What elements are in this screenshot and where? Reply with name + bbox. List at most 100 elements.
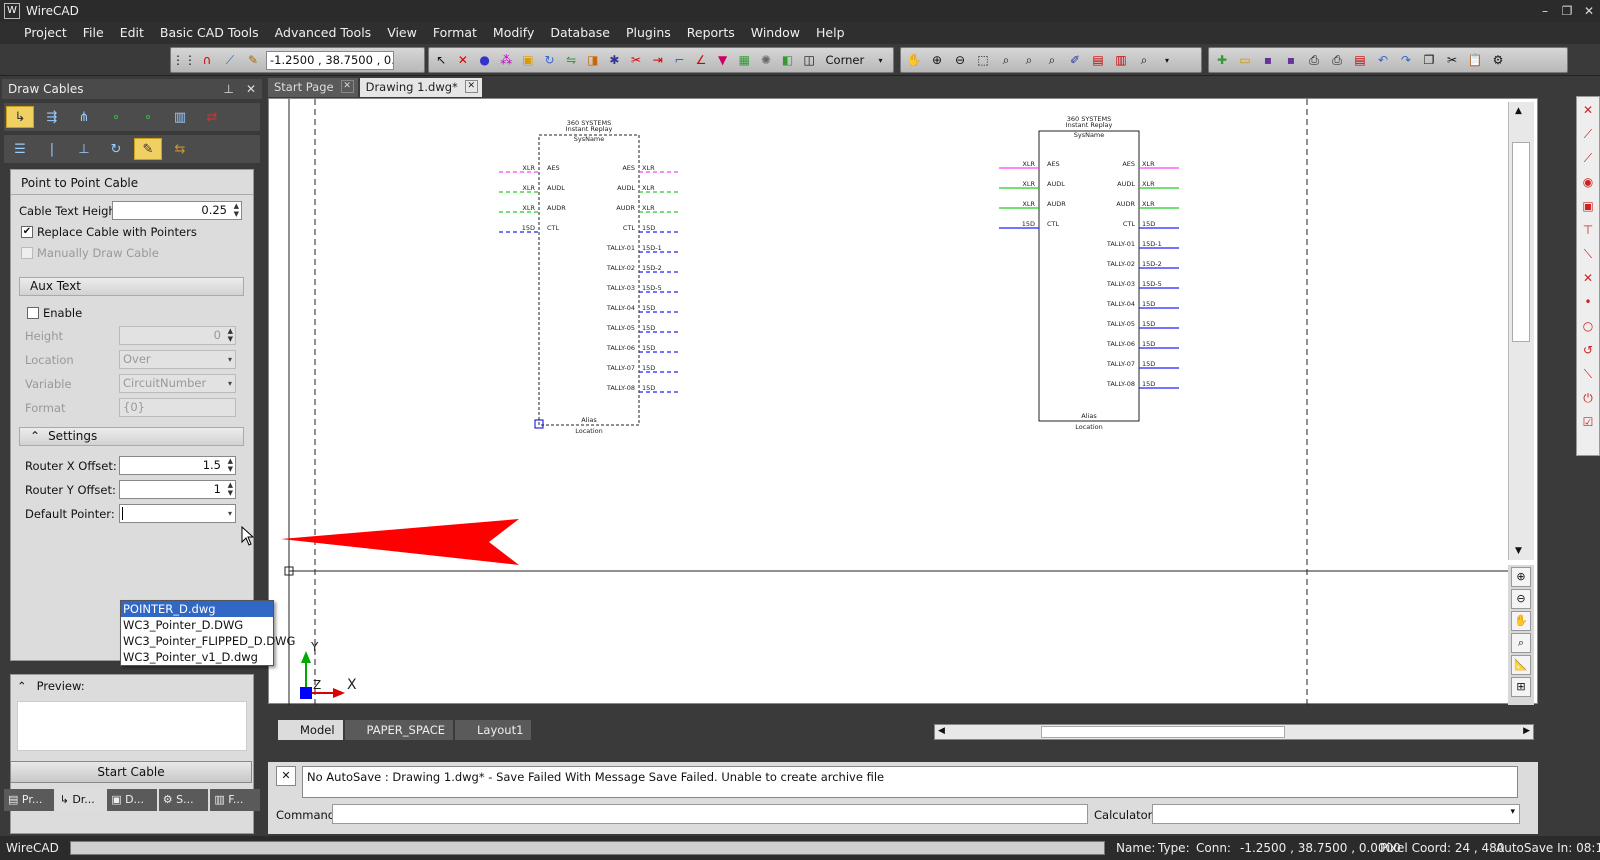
aux-text-header[interactable]: Aux Text <box>19 277 244 296</box>
tab-draw[interactable]: ↳ Dr... <box>55 789 106 811</box>
chamfer-icon[interactable]: ∠ <box>692 50 711 70</box>
tab-files[interactable]: ▥ F... <box>210 789 260 811</box>
coordinate-input[interactable]: -1.2500 , 38.7500 , 0.0000 <box>266 50 394 70</box>
mirror-icon[interactable]: ⇋ <box>562 50 581 70</box>
cable-text-height-input[interactable]: 0.25 ▲ ▼ <box>112 201 242 220</box>
scroll-up-icon[interactable]: ▲ <box>1515 106 1522 116</box>
point-to-point-icon[interactable]: ↳ <box>6 106 34 128</box>
refresh-icon[interactable]: ↻ <box>102 138 130 160</box>
menu-modify[interactable]: Modify <box>485 22 542 44</box>
pdf-icon[interactable]: ▤ <box>1350 50 1370 70</box>
print-preview-icon[interactable]: ▤ <box>1088 50 1108 70</box>
find-icon[interactable]: ⌕ <box>1134 50 1154 70</box>
menu-advanced-tools[interactable]: Advanced Tools <box>267 22 380 44</box>
tab-paper-space[interactable]: PAPER_SPACE <box>344 720 453 740</box>
snap-point-icon[interactable]: • <box>1579 293 1597 311</box>
cut-icon[interactable]: ✂ <box>1442 50 1462 70</box>
block-icon[interactable]: ◨ <box>583 50 602 70</box>
menu-project[interactable]: Project <box>16 22 75 44</box>
bus-cable-icon[interactable]: ⋔ <box>70 106 98 128</box>
scroll-thumb[interactable] <box>1512 142 1530 342</box>
snap-nearest-icon[interactable]: ⟍ <box>1579 245 1597 263</box>
menu-basic-cad-tools[interactable]: Basic CAD Tools <box>152 22 267 44</box>
aux-enable-checkbox[interactable] <box>27 307 39 319</box>
list-icon[interactable]: ☰ <box>6 138 34 160</box>
pan-icon[interactable]: ✋ <box>904 50 924 70</box>
zoom-out-icon[interactable]: ⊖ <box>1511 589 1531 609</box>
ortho-icon[interactable]: ⟋ <box>220 50 240 70</box>
ruler-icon[interactable]: 📐 <box>1511 655 1531 675</box>
tab-start-page[interactable]: Start Page ✕ <box>268 78 358 97</box>
tab-close-icon[interactable]: ✕ <box>340 80 354 93</box>
zoom-previous-icon[interactable]: ⌕ <box>1019 50 1039 70</box>
node-right-icon[interactable]: ∘ <box>134 106 162 128</box>
pin-icon[interactable]: ⊥ <box>224 79 234 99</box>
pointer-option[interactable]: POINTER_D.dwg <box>121 601 273 617</box>
snap-circle-icon[interactable]: ○ <box>1579 317 1597 335</box>
fillet-icon[interactable]: ⌐ <box>670 50 689 70</box>
menu-database[interactable]: Database <box>542 22 618 44</box>
replace-cable-checkbox[interactable]: ✔ <box>21 226 33 238</box>
snap-settings-icon[interactable]: ☑ <box>1579 413 1597 431</box>
menu-edit[interactable]: Edit <box>112 22 152 44</box>
expand-icon[interactable]: ⌃ <box>17 679 27 693</box>
redo-icon[interactable]: ↷ <box>1396 50 1416 70</box>
device-block-left[interactable]: 360 SYSTEMSInstant ReplaySysNameAliasLoc… <box>499 119 679 435</box>
zoom-out-icon[interactable]: ⊖ <box>950 50 970 70</box>
menu-format[interactable]: Format <box>425 22 485 44</box>
disabled-cable-icon[interactable]: ⊥ <box>70 138 98 160</box>
zoom-menu-chevron-icon[interactable]: ▾ <box>1157 50 1177 70</box>
default-pointer-select[interactable]: ▾ <box>119 504 236 523</box>
rotate-icon[interactable]: ↻ <box>540 50 559 70</box>
spinner-icon[interactable]: ▲ ▼ <box>234 202 239 218</box>
menu-help[interactable]: Help <box>808 22 853 44</box>
message-close-button[interactable]: ✕ <box>276 766 296 786</box>
settings-icon[interactable]: ⚙ <box>1488 50 1508 70</box>
magnet-icon[interactable]: ∩ <box>197 50 217 70</box>
save-all-icon[interactable]: ▪ <box>1281 50 1301 70</box>
snap-center-icon[interactable]: ◉ <box>1579 173 1597 191</box>
extend-icon[interactable]: ⇥ <box>648 50 667 70</box>
auto-route-icon[interactable]: ⇆ <box>166 138 194 160</box>
menu-plugins[interactable]: Plugins <box>618 22 679 44</box>
grid-icon[interactable]: ▦ <box>735 50 754 70</box>
snap-midpoint-icon[interactable]: ⟋ <box>1579 149 1597 167</box>
chevron-down-icon[interactable]: ▾ <box>871 50 890 70</box>
restore-icon[interactable]: ❐ <box>1556 4 1578 18</box>
drawing-svg[interactable]: 360 SYSTEMSInstant ReplaySysNameAliasLoc… <box>269 99 1509 705</box>
command-input[interactable] <box>332 804 1088 824</box>
zoom-all-icon[interactable]: ⌕ <box>1042 50 1062 70</box>
drawing-canvas[interactable]: 360 SYSTEMS Instant Replay SysName Alias Loc… <box>268 98 1538 705</box>
snap-none-icon[interactable]: ✕ <box>1579 101 1597 119</box>
pointer-mode-icon[interactable]: ✎ <box>134 138 162 160</box>
snap-intersection-icon[interactable]: ✕ <box>1579 269 1597 287</box>
vertical-scrollbar[interactable]: ▲ ▼ <box>1508 102 1534 560</box>
copy-icon[interactable]: ❐ <box>1419 50 1439 70</box>
scroll-right-icon[interactable]: ▶ <box>1523 726 1530 736</box>
undo-icon[interactable]: ↶ <box>1373 50 1393 70</box>
route-icon[interactable]: ⇄ <box>198 106 226 128</box>
scroll-down-icon[interactable]: ▼ <box>1515 546 1522 556</box>
corner-icon[interactable]: ◫ <box>800 50 819 70</box>
snap-quadrant-icon[interactable]: ⏻ <box>1579 389 1597 407</box>
minimize-icon[interactable]: – <box>1534 4 1556 18</box>
snap-perpendicular-icon[interactable]: ⊤ <box>1579 221 1597 239</box>
select-arrow-icon[interactable]: ↖ <box>432 50 451 70</box>
node-left-icon[interactable]: ∘ <box>102 106 130 128</box>
tab-database[interactable]: ▣ D... <box>107 789 157 811</box>
tab-close-icon[interactable]: ✕ <box>464 80 478 93</box>
trim-icon[interactable]: ✂ <box>627 50 646 70</box>
pointer-option[interactable]: WC3_Pointer_D.DWG <box>121 617 273 633</box>
harness-icon[interactable]: ▥ <box>166 106 194 128</box>
multi-cable-icon[interactable]: ⇶ <box>38 106 66 128</box>
snap-endpoint-icon[interactable]: ⟋ <box>1579 125 1597 143</box>
print-icon[interactable]: ⎙ <box>1304 50 1324 70</box>
zoom-window-icon[interactable]: ⬚ <box>973 50 993 70</box>
delete-icon[interactable]: ✕ <box>454 50 473 70</box>
collapse-icon[interactable]: ⌃ <box>30 429 40 443</box>
start-cable-button[interactable]: Start Cable <box>10 761 252 783</box>
settings-header[interactable]: ⌃ Settings <box>19 427 244 446</box>
open-icon[interactable]: ▭ <box>1235 50 1255 70</box>
tab-project[interactable]: ▤ Pr... <box>4 789 54 811</box>
multi-node-icon[interactable]: ⁂ <box>497 50 516 70</box>
